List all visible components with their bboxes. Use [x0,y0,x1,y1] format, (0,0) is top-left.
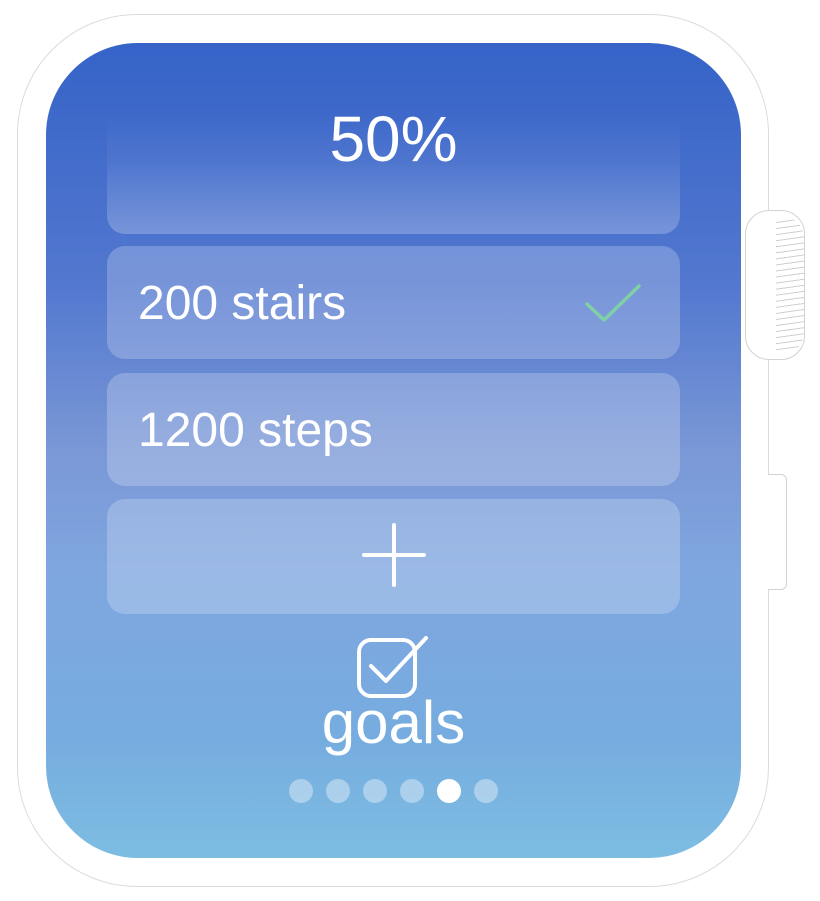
page-dot[interactable] [289,779,313,803]
checkmark-icon [585,284,641,322]
page-dot[interactable] [400,779,424,803]
page-dot[interactable] [326,779,350,803]
goal-label: 200 stairs [138,277,347,330]
watch-mockup: 50% 200 stairs 1200 steps goals [0,0,820,901]
goal-item-steps[interactable]: 1200 steps [107,373,680,486]
page-dot-active[interactable] [437,779,461,803]
goal-item-stairs[interactable]: 200 stairs [107,246,680,359]
progress-percent: 50% [329,103,458,175]
watch-screen: 50% 200 stairs 1200 steps goals [46,43,741,858]
crown-ridges [776,217,804,353]
page-dot[interactable] [474,779,498,803]
side-button[interactable] [768,474,787,590]
plus-icon [362,523,426,587]
page-title: goals [321,689,466,756]
digital-crown[interactable] [745,210,805,360]
goal-label: 1200 steps [138,404,373,457]
add-goal-button[interactable] [107,499,680,614]
page-indicator [46,779,741,803]
page-dot[interactable] [363,779,387,803]
